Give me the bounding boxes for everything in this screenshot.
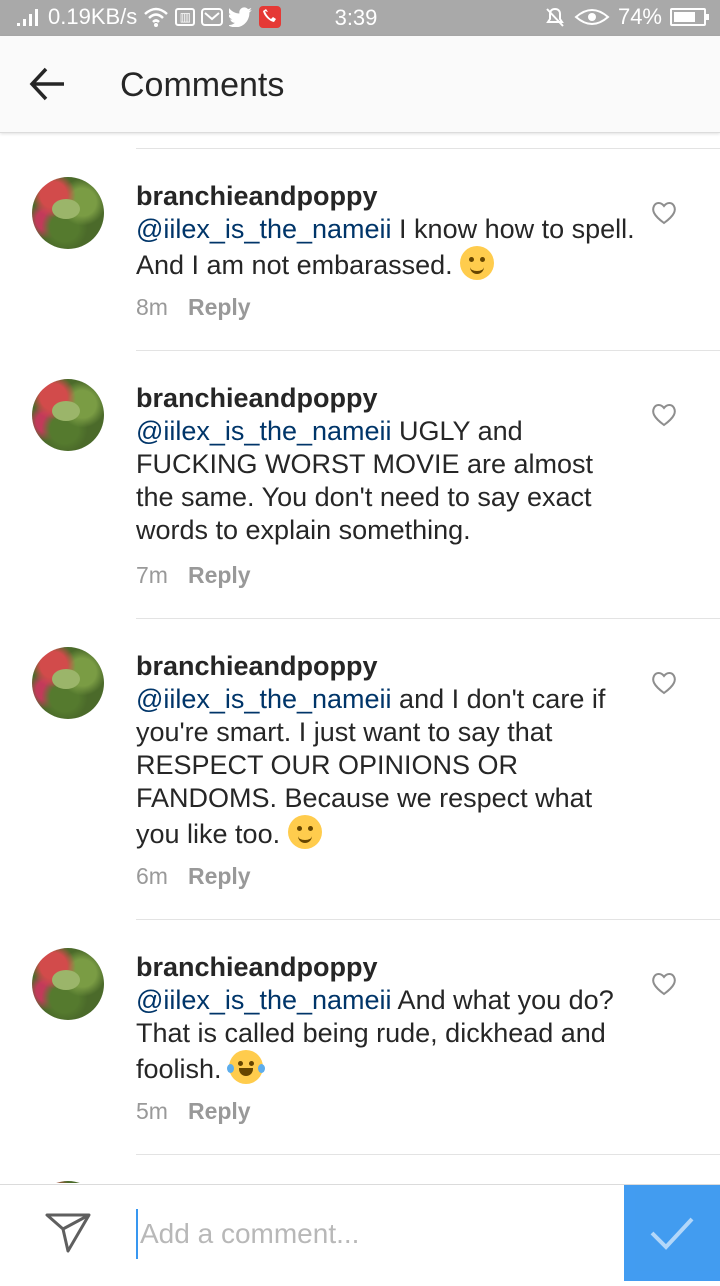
heart-icon [652, 973, 676, 996]
comment-username[interactable]: branchieandpoppy [136, 951, 636, 984]
reply-button[interactable]: Reply [188, 562, 251, 589]
comment-body: branchieandpoppy @iilex_is_the_nameii I k… [136, 180, 636, 282]
smiling-face-icon [460, 246, 495, 280]
page-title: Comments [120, 66, 285, 104]
avatar[interactable] [32, 647, 104, 719]
comment-input[interactable] [136, 1209, 612, 1259]
heart-icon [652, 404, 676, 427]
comment-mention[interactable]: @iilex_is_the_nameii [136, 684, 392, 714]
comment-username[interactable]: branchieandpoppy [136, 180, 636, 213]
comment-mention[interactable]: @iilex_is_the_nameii [136, 985, 392, 1015]
avatar[interactable] [32, 177, 104, 249]
avatar-image [52, 970, 80, 990]
comment-composer [0, 1184, 720, 1281]
avatar[interactable] [32, 379, 104, 451]
comments-list[interactable]: branchieandpoppy @iilex_is_the_nameii I k… [0, 133, 720, 1183]
comment-body: branchieandpoppy @iilex_is_the_nameii and… [136, 650, 636, 851]
reply-button[interactable]: Reply [188, 1098, 251, 1125]
comment-time: 5m [136, 1098, 168, 1124]
comment-body: branchieandpoppy @iilex_is_the_nameii UGL… [136, 382, 636, 547]
status-bar: 0.19KB/s ▥ 3:39 74% [0, 0, 720, 36]
app-header: Comments [0, 36, 720, 133]
comment-time: 6m [136, 863, 168, 889]
like-button[interactable] [651, 671, 677, 695]
comment-body: branchieandpoppy @iilex_is_the_nameii And… [136, 951, 636, 1086]
avatar[interactable] [32, 1181, 104, 1183]
checkmark-icon [650, 1217, 694, 1250]
battery-icon [670, 8, 709, 26]
heart-icon [652, 202, 676, 225]
separator [136, 618, 720, 619]
like-button[interactable] [651, 972, 677, 996]
reply-button[interactable]: Reply [188, 294, 251, 321]
status-right: 74% [544, 4, 709, 30]
post-comment-button[interactable] [624, 1185, 720, 1281]
battery-percent: 74% [617, 4, 662, 29]
avatar-image [52, 199, 80, 219]
like-button[interactable] [651, 201, 677, 225]
separator [136, 148, 720, 149]
avatar-image [52, 401, 80, 421]
separator [136, 919, 720, 920]
reply-button[interactable]: Reply [188, 863, 251, 890]
comment-mention[interactable]: @iilex_is_the_nameii [136, 214, 392, 244]
arrow-left-icon [29, 67, 64, 101]
heart-icon [652, 672, 676, 695]
separator [136, 350, 720, 351]
avatar[interactable] [32, 948, 104, 1020]
tear-drop [258, 1064, 266, 1073]
winking-face-icon [287, 815, 322, 849]
direct-share-button[interactable] [44, 1211, 92, 1255]
eye-icon [574, 7, 610, 27]
separator [136, 1154, 720, 1155]
comment-time: 7m [136, 562, 168, 588]
comment-time: 8m [136, 294, 168, 320]
comment-username[interactable]: branchieandpoppy [136, 650, 636, 683]
tear-drop [227, 1064, 235, 1073]
comment-meta: 6m Reply [136, 863, 251, 890]
like-button[interactable] [651, 403, 677, 427]
comment-mention[interactable]: @iilex_is_the_nameii [136, 416, 392, 446]
battery-level-fill [674, 12, 695, 22]
paper-plane-icon [45, 1213, 91, 1253]
tears-of-joy-icon [227, 1050, 266, 1084]
avatar-image [52, 669, 80, 689]
comment-meta: 5m Reply [136, 1098, 251, 1125]
back-button[interactable] [24, 62, 72, 106]
comment-meta: 8m Reply [136, 294, 251, 321]
comment-username[interactable]: branchieandpoppy [136, 382, 636, 415]
silent-icon [544, 6, 566, 28]
comment-meta: 7m Reply [136, 562, 251, 589]
